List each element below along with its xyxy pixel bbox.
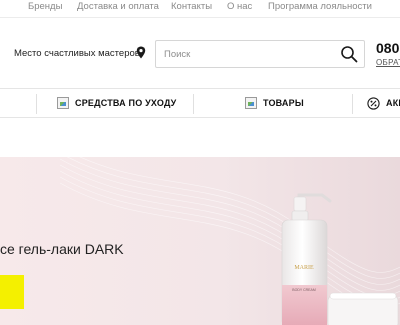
phone-number[interactable]: 080 [376, 40, 399, 56]
nav-item-sales[interactable]: АКЦ [367, 89, 400, 117]
broken-image-icon [245, 97, 257, 109]
product-brand-label: MARIE [294, 265, 314, 271]
product-name-label: BODY CREAM [292, 288, 316, 292]
top-link-about[interactable]: О нас [227, 1, 252, 12]
nav-item-label: СРЕДСТВА ПО УХОДУ [75, 98, 177, 108]
top-link-brands[interactable]: Бренды [28, 1, 62, 12]
search-input[interactable] [164, 47, 324, 61]
body-cream-bottle-image: MARIE BODY CREAM [281, 193, 399, 325]
nav-item-goods[interactable]: ТОВАРЫ [245, 89, 304, 117]
top-link-delivery[interactable]: Доставка и оплата [77, 1, 159, 12]
nav-item-label: АКЦ [386, 98, 400, 108]
nav-divider [193, 94, 194, 114]
nav-divider [352, 94, 353, 114]
percent-badge-icon [367, 96, 380, 110]
nav-divider [36, 94, 37, 114]
divider [0, 17, 400, 18]
search-box [155, 40, 365, 68]
top-links-bar: Бренды Доставка и оплата Контакты О нас … [0, 0, 400, 16]
hero-banner[interactable]: се гель-лаки DARK MARIE BODY CREAM [0, 157, 400, 325]
top-link-loyalty[interactable]: Программа лояльности [268, 1, 372, 12]
nav-item-label: ТОВАРЫ [263, 98, 304, 108]
broken-image-icon [57, 97, 69, 109]
top-link-contacts[interactable]: Контакты [171, 1, 212, 12]
category-nav: СРЕДСТВА ПО УХОДУ ТОВАРЫ АКЦ [0, 88, 400, 118]
callback-link[interactable]: ОБРАТ [376, 58, 400, 67]
search-icon[interactable] [340, 45, 358, 63]
city-selector[interactable]: Место счастливых мастеров [14, 48, 140, 59]
location-pin-icon[interactable] [136, 46, 146, 59]
nav-item-care[interactable]: СРЕДСТВА ПО УХОДУ [57, 89, 176, 117]
